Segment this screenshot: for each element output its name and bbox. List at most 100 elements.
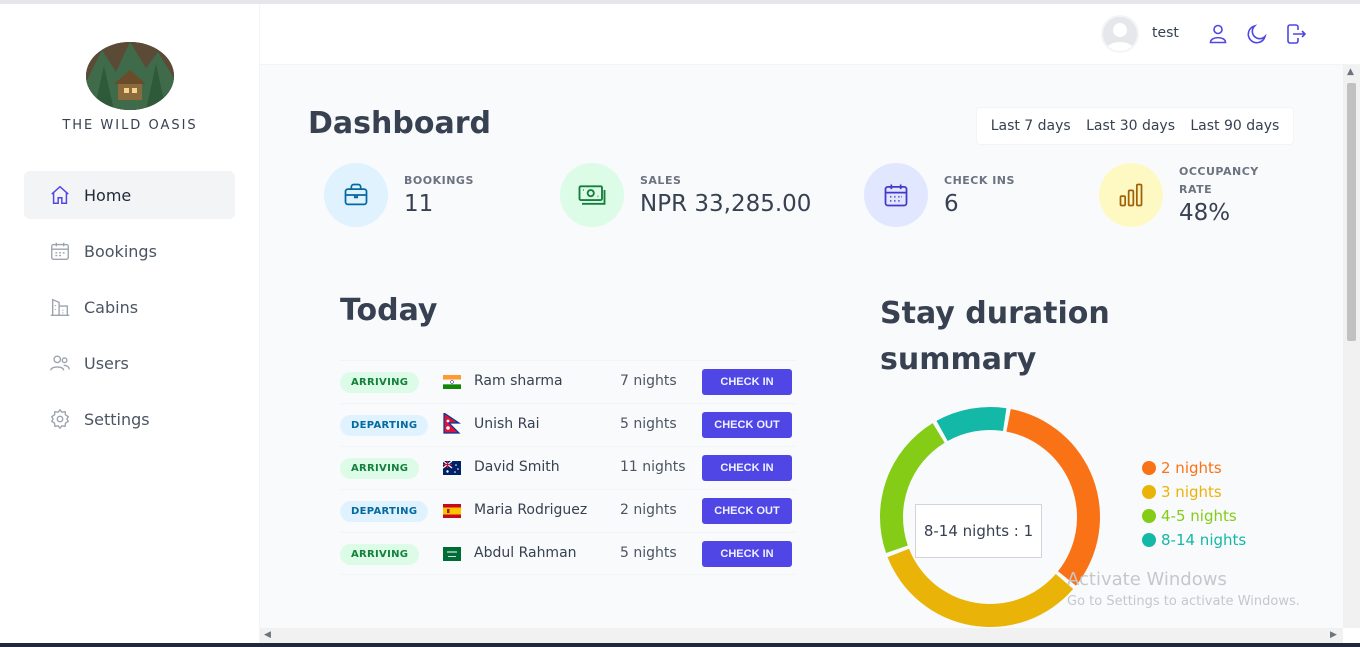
sidebar-item-label: Cabins — [84, 297, 139, 317]
header: test — [260, 4, 1360, 65]
legend-label: 8-14 nights — [1161, 531, 1247, 549]
main-content: Dashboard Last 7 days Last 30 days Last … — [260, 65, 1343, 628]
guest-name: Unish Rai — [474, 416, 540, 432]
status-badge: DEPARTING — [340, 415, 429, 436]
nights-count: 5 nights — [620, 416, 677, 432]
windows-activation-watermark-title: Activate Windows — [1067, 569, 1227, 590]
legend-item: 3 nights — [1142, 480, 1272, 504]
sidebar-item-label: Bookings — [84, 241, 157, 261]
stat-value: 6 — [944, 191, 959, 217]
check-out-button[interactable]: CHECK OUT — [702, 412, 792, 438]
filter-last-90-days[interactable]: Last 90 days — [1184, 118, 1285, 134]
moon-icon[interactable] — [1245, 22, 1269, 46]
guest-name: Abdul Rahman — [474, 545, 577, 561]
users-icon — [48, 351, 72, 375]
nights-count: 7 nights — [620, 373, 677, 389]
sidebar-item-users[interactable]: Users — [24, 339, 235, 387]
gear-icon — [48, 407, 72, 431]
stat-value: 48% — [1179, 200, 1231, 226]
horizontal-scrollbar[interactable]: ◀ ▶ — [260, 628, 1343, 643]
list-item: ARRIVING Abdul Rahman 5 nights CHECK IN — [340, 532, 796, 575]
sidebar-item-settings[interactable]: Settings — [24, 395, 235, 443]
briefcase-icon — [324, 163, 388, 227]
stat-label-line2: RATE — [1179, 183, 1213, 196]
building-icon — [48, 295, 72, 319]
donut-slice-3-nights[interactable] — [887, 548, 1074, 627]
guest-name: Maria Rodriguez — [474, 502, 588, 518]
legend-label: 2 nights — [1161, 459, 1222, 477]
stat-value: 11 — [404, 191, 434, 217]
date-filter: Last 7 days Last 30 days Last 90 days — [976, 107, 1294, 145]
today-activity-list: ARRIVING Ram sharma 7 nights CHECK IN DE… — [340, 360, 796, 575]
scroll-up-arrow-icon[interactable]: ▲ — [1347, 67, 1354, 77]
today-title: Today — [340, 293, 438, 328]
sidebar-item-home[interactable]: Home — [24, 171, 235, 219]
legend-dot — [1142, 485, 1156, 499]
stat-label: SALES — [640, 174, 682, 187]
nights-count: 5 nights — [620, 545, 677, 561]
logout-icon[interactable] — [1284, 22, 1308, 46]
avatar[interactable] — [1101, 15, 1139, 53]
india-flag-icon — [443, 375, 461, 389]
scroll-right-arrow-icon[interactable]: ▶ — [1330, 630, 1337, 640]
stat-value: NPR 33,285.00 — [640, 191, 812, 217]
sidebar-item-label: Settings — [84, 409, 150, 429]
saudi-arabia-flag-icon — [443, 547, 461, 561]
filter-last-7-days[interactable]: Last 7 days — [985, 118, 1077, 134]
australia-flag-icon — [443, 461, 461, 475]
status-badge: ARRIVING — [340, 458, 420, 479]
check-out-button[interactable]: CHECK OUT — [702, 498, 792, 524]
filter-last-30-days[interactable]: Last 30 days — [1080, 118, 1181, 134]
calendar-days-icon — [864, 163, 928, 227]
user-icon[interactable] — [1206, 22, 1230, 46]
legend-label: 4-5 nights — [1161, 507, 1237, 525]
stat-label: CHECK INS — [944, 174, 1015, 187]
status-badge: DEPARTING — [340, 501, 429, 522]
scrollbar-thumb[interactable] — [1347, 83, 1356, 341]
check-in-button[interactable]: CHECK IN — [702, 369, 792, 395]
nights-count: 11 nights — [620, 459, 686, 475]
sidebar-item-bookings[interactable]: Bookings — [24, 227, 235, 275]
spain-flag-icon — [443, 504, 461, 518]
stat-label: BOOKINGS — [404, 174, 474, 187]
legend-item: 4-5 nights — [1142, 504, 1272, 528]
sidebar: THE WILD OASIS Home Bookings Cabins User… — [0, 4, 260, 643]
guest-name: David Smith — [474, 459, 560, 475]
brand-name: THE WILD OASIS — [62, 118, 198, 133]
legend-dot — [1142, 533, 1156, 547]
username: test — [1152, 25, 1179, 41]
chart-legend: 2 nights 3 nights 4-5 nights 8-14 nights — [1142, 456, 1272, 552]
legend-label: 3 nights — [1161, 483, 1222, 501]
legend-dot — [1142, 509, 1156, 523]
list-item: DEPARTING Maria Rodriguez 2 nights CHECK… — [340, 489, 796, 532]
vertical-scrollbar[interactable]: ▲ — [1343, 65, 1360, 628]
check-in-button[interactable]: CHECK IN — [702, 541, 792, 567]
home-icon — [48, 183, 72, 207]
stat-label: OCCUPANCY — [1179, 165, 1259, 178]
donut-slice-2-nights[interactable] — [1006, 408, 1100, 586]
list-item: DEPARTING Unish Rai 5 nights CHECK OUT — [340, 403, 796, 446]
calendar-icon — [48, 239, 72, 263]
chart-bar-icon — [1099, 163, 1163, 227]
check-in-button[interactable]: CHECK IN — [702, 455, 792, 481]
legend-dot — [1142, 461, 1156, 475]
legend-item: 2 nights — [1142, 456, 1272, 480]
sidebar-item-cabins[interactable]: Cabins — [24, 283, 235, 331]
list-item: ARRIVING Ram sharma 7 nights CHECK IN — [340, 360, 796, 403]
list-item: ARRIVING David Smith 11 nights CHECK IN — [340, 446, 796, 489]
taskbar-edge — [0, 643, 1360, 647]
status-badge: ARRIVING — [340, 372, 420, 393]
page-title: Dashboard — [308, 106, 491, 141]
chart-tooltip: 8-14 nights : 1 — [915, 504, 1042, 558]
scroll-left-arrow-icon[interactable]: ◀ — [264, 630, 271, 640]
status-badge: ARRIVING — [340, 544, 420, 565]
stay-duration-title: Stay duration summary — [880, 296, 1110, 377]
donut-slice-8-14-nights[interactable] — [936, 407, 1007, 441]
guest-name: Ram sharma — [474, 373, 563, 389]
nights-count: 2 nights — [620, 502, 677, 518]
banknotes-icon — [560, 163, 624, 227]
sidebar-item-label: Home — [84, 185, 132, 205]
logo — [86, 42, 174, 110]
legend-item: 8-14 nights — [1142, 528, 1272, 552]
windows-activation-watermark-text: Go to Settings to activate Windows. — [1067, 594, 1300, 609]
